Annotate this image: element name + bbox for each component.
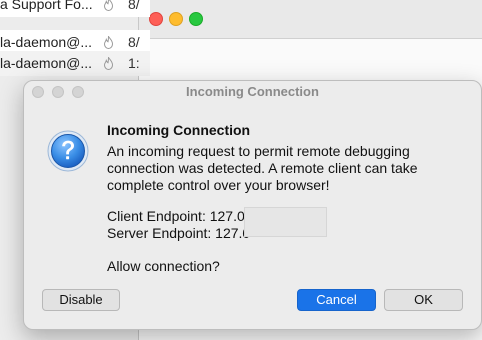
ok-button[interactable]: OK (384, 289, 463, 311)
allow-connection-question: Allow connection? (107, 258, 220, 274)
list-item-name: la-daemon@... (0, 55, 93, 71)
list-item[interactable]: a Support Fo... 8/ (0, 0, 150, 17)
close-window-icon[interactable] (149, 12, 163, 26)
background-window-titlebar (139, 0, 482, 39)
list-item-date: 8/ (128, 0, 140, 12)
cancel-button[interactable]: Cancel (297, 289, 376, 311)
flame-icon (103, 36, 114, 49)
list-item-name: a Support Fo... (0, 0, 93, 12)
zoom-window-icon[interactable] (189, 12, 203, 26)
list-item-date: 1: (128, 55, 140, 71)
dialog-message: An incoming request to permit remote deb… (107, 143, 418, 193)
dialog-titlebar: Incoming Connection (24, 81, 481, 103)
background-file-list: a Support Fo... 8/ la-daemon@... 8/ la-d… (0, 0, 150, 90)
minimize-window-icon[interactable] (169, 12, 183, 26)
flame-icon (103, 57, 114, 70)
list-item[interactable]: la-daemon@... 1: (0, 51, 150, 76)
client-endpoint-label: Client Endpoint: 127.0. (107, 208, 249, 224)
dialog-heading: Incoming Connection (107, 122, 251, 138)
redacted-region (244, 207, 327, 237)
dialog-title: Incoming Connection (186, 84, 319, 99)
question-icon (47, 130, 89, 172)
server-endpoint-label: Server Endpoint: 127.0 (107, 225, 251, 241)
incoming-connection-dialog: Incoming Connection Incoming Connection … (23, 80, 482, 330)
flame-icon (103, 0, 114, 11)
disable-button[interactable]: Disable (42, 289, 120, 311)
